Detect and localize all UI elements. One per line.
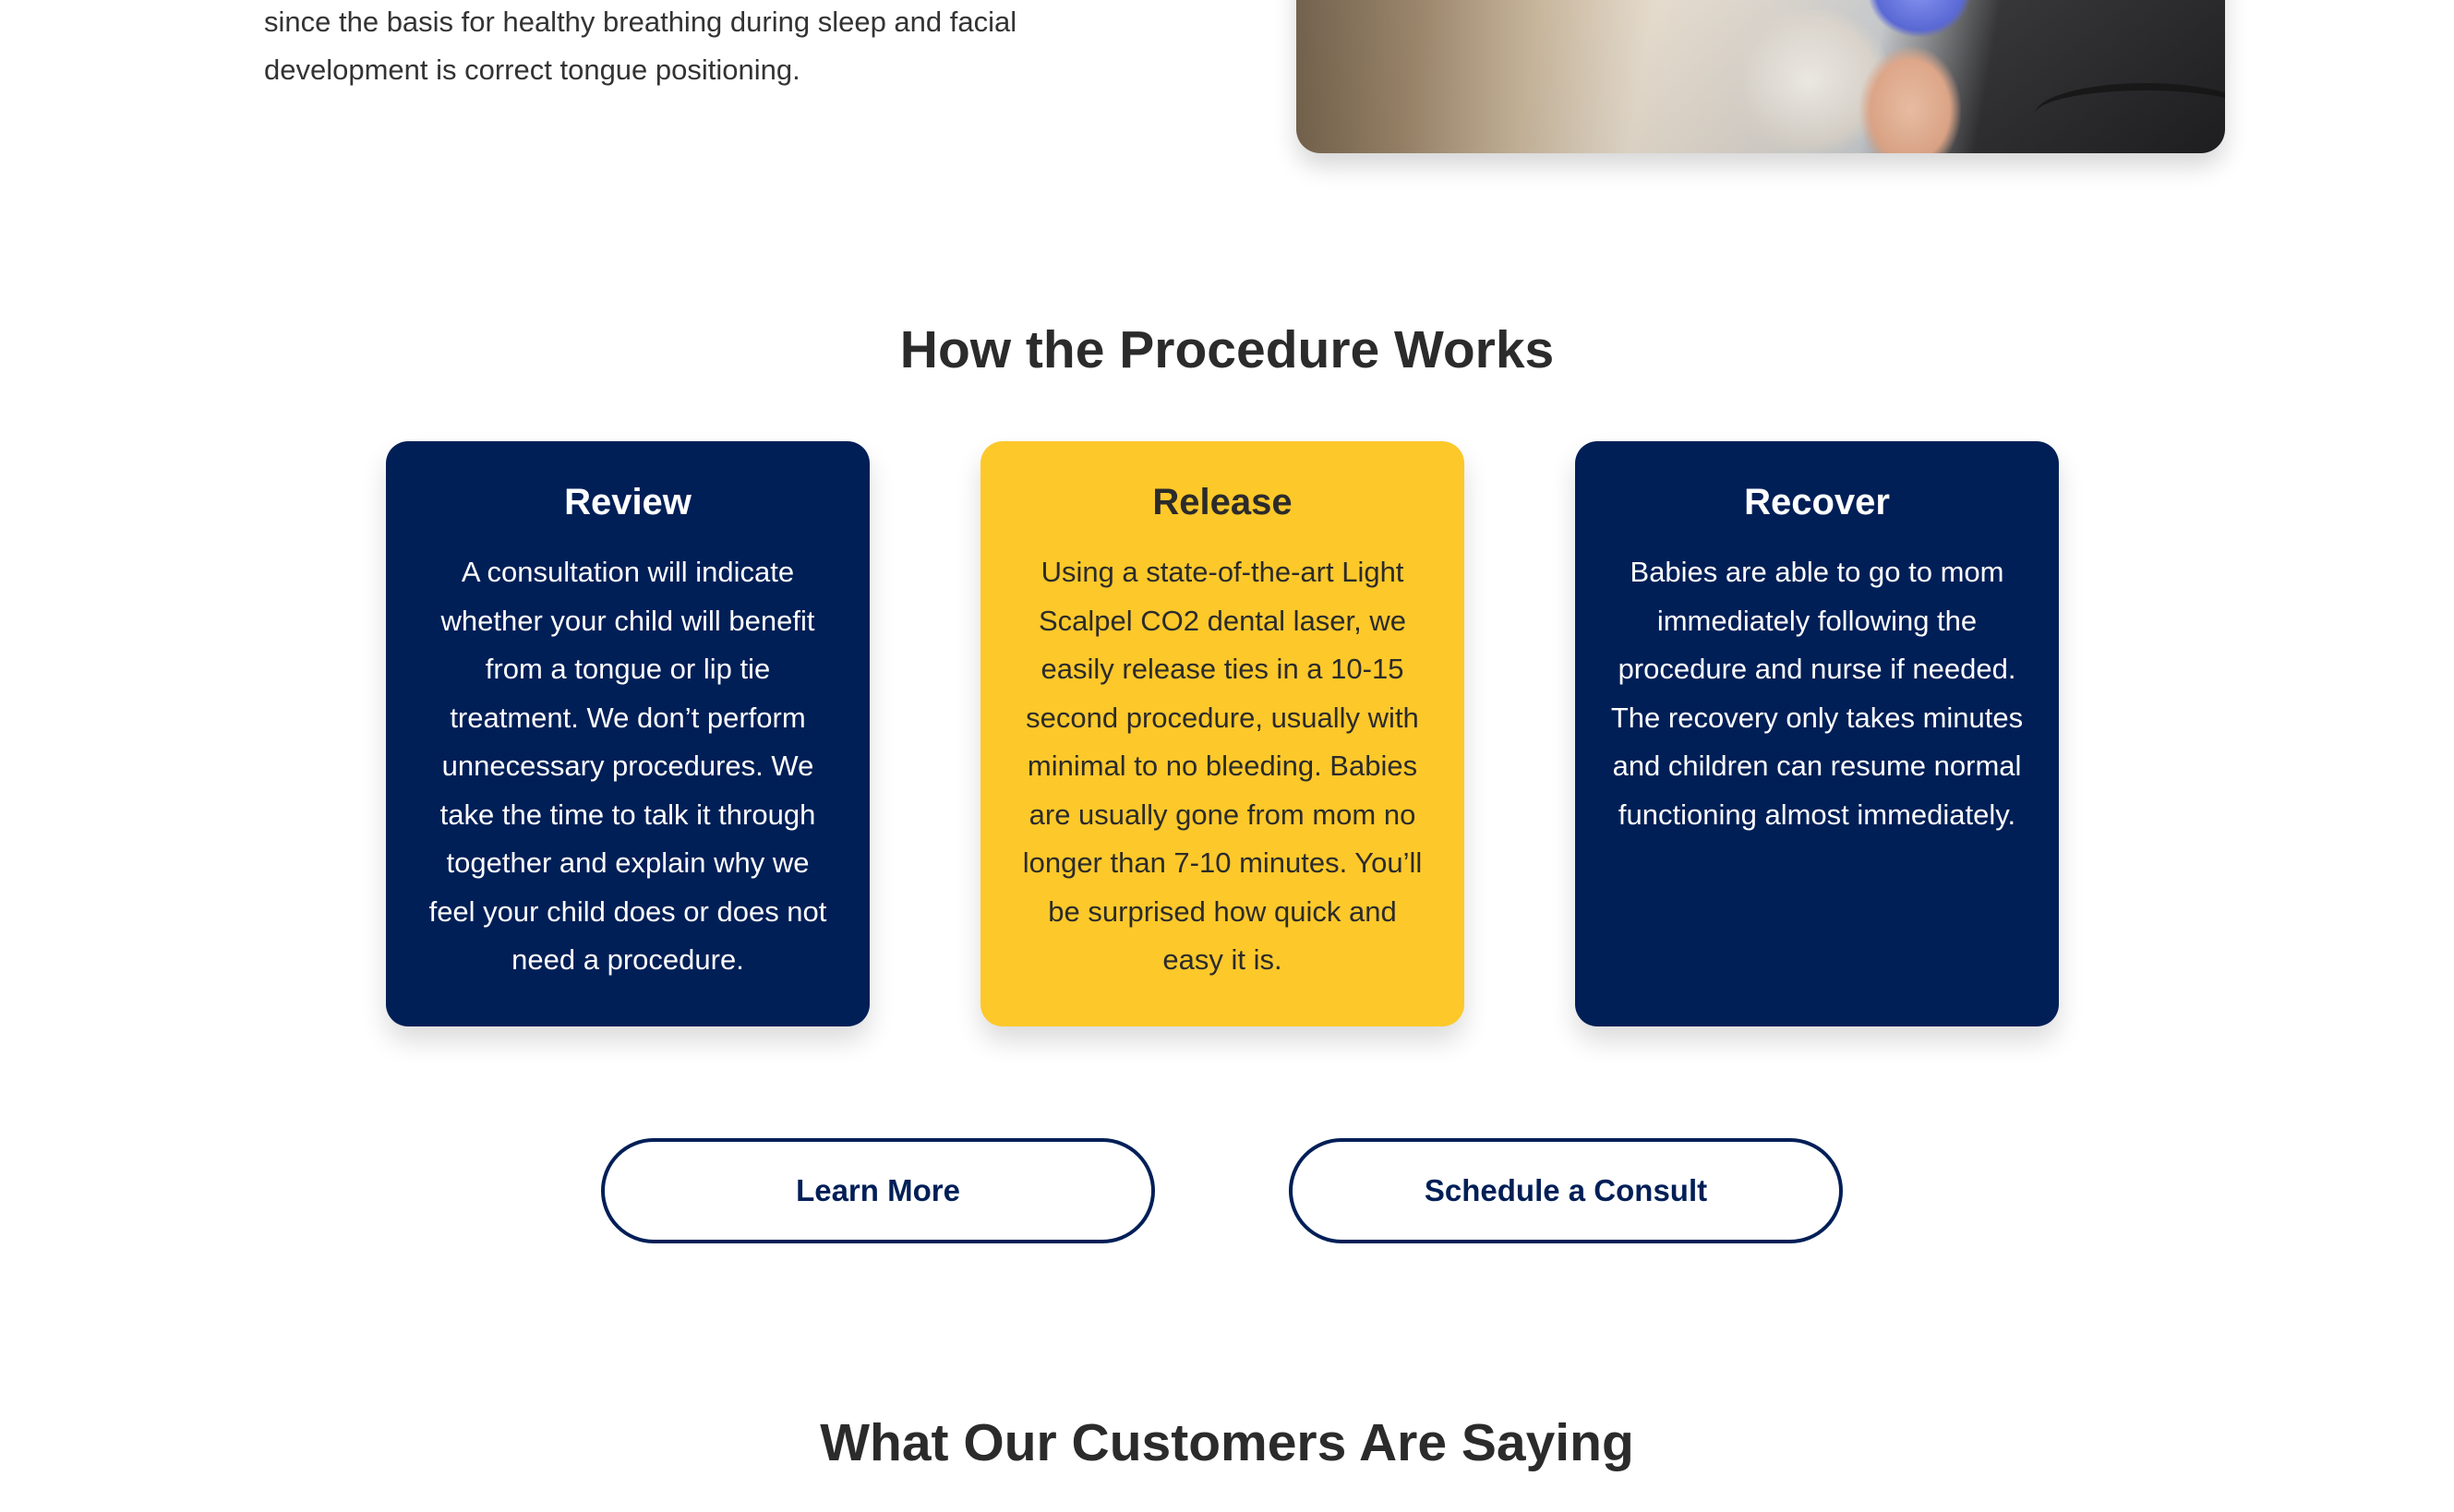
procedure-photo — [1296, 0, 2225, 153]
release-card-body: Using a state-of-the-art Light Scalpel C… — [1022, 556, 1423, 976]
intro-paragraph: since the basis for healthy breathing du… — [264, 6, 1017, 86]
review-card-title: Review — [564, 482, 692, 522]
release-card-title: Release — [1152, 482, 1293, 522]
review-card: Review A consultation will indicate whet… — [386, 441, 870, 1026]
schedule-consult-button[interactable]: Schedule a Consult — [1289, 1138, 1843, 1243]
release-card: Release Using a state-of-the-art Light S… — [980, 441, 1464, 1026]
recover-card: Recover Babies are able to go to mom imm… — [1575, 441, 2059, 1026]
photo-overlay — [1296, 0, 2225, 153]
testimonials-section-title: What Our Customers Are Saying — [820, 1413, 1634, 1472]
learn-more-button[interactable]: Learn More — [601, 1138, 1155, 1243]
procedure-section-title: How the Procedure Works — [899, 320, 1555, 379]
recover-card-body: Babies are able to go to mom immediately… — [1610, 556, 2024, 831]
review-card-body: A consultation will indicate whether you… — [428, 556, 827, 976]
recover-card-title: Recover — [1744, 482, 1890, 522]
